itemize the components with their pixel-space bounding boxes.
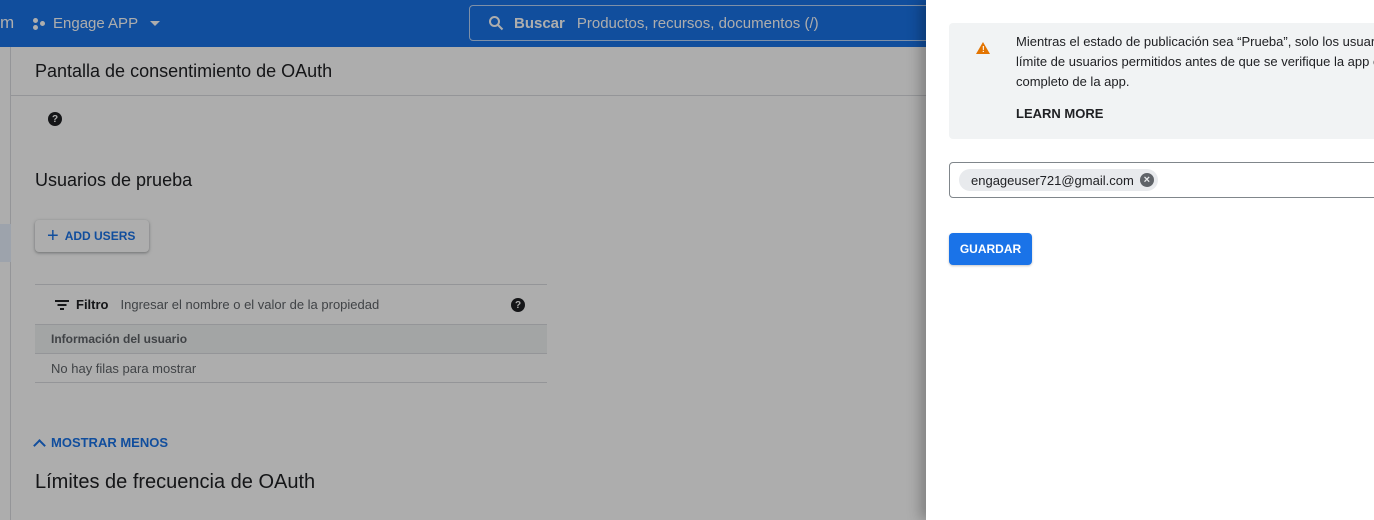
modal-scrim[interactable] [0, 0, 926, 520]
email-chip[interactable]: engageuser721@gmail.com × [959, 169, 1158, 191]
notice-line: Mientras el estado de publicación sea “P… [1016, 34, 1374, 49]
warning-icon: ! [976, 42, 990, 54]
notice-line: completo de la app. [1016, 74, 1130, 89]
close-icon[interactable]: × [1139, 173, 1154, 187]
add-users-side-panel: ! Mientras el estado de publicación sea … [926, 0, 1374, 520]
learn-more-link[interactable]: LEARN MORE [1016, 106, 1103, 121]
notice-line: límite de usuarios permitidos antes de q… [1016, 54, 1374, 69]
save-button[interactable]: GUARDAR [949, 233, 1032, 265]
testing-status-notice: ! Mientras el estado de publicación sea … [949, 23, 1374, 139]
user-emails-field[interactable]: engageuser721@gmail.com × [949, 162, 1374, 198]
notice-text: Mientras el estado de publicación sea “P… [1016, 32, 1374, 92]
email-chip-label: engageuser721@gmail.com [971, 172, 1134, 188]
